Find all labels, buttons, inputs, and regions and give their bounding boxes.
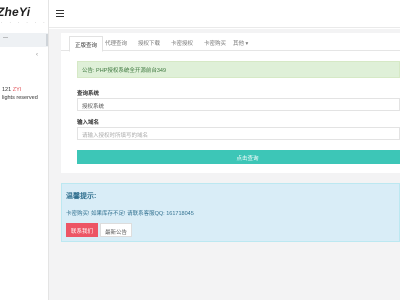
latest-notice-button[interactable]: 最新公告 <box>100 223 132 237</box>
tab-more-dropdown[interactable]: 其他 ▾ <box>233 39 248 47</box>
top-navbar <box>49 0 400 28</box>
contact-us-label: 联系我们 <box>70 229 93 235</box>
system-label: 查询系统 <box>77 91 100 97</box>
sidebar-item-label: — <box>3 35 8 41</box>
tips-panel: 温馨提示: 卡密购买! 如果库存不足! 请联系客服QQ: 161718045 联… <box>61 183 400 242</box>
tab-license-download[interactable]: 授权下载 <box>138 39 160 47</box>
tab-card-license[interactable]: 卡密授权 <box>171 39 193 47</box>
hamburger-icon[interactable] <box>56 10 64 17</box>
copyright-year: 121 <box>2 87 12 93</box>
query-submit-label: 点击查询 <box>236 156 259 162</box>
copyright: 121 ZYI lights reserved <box>2 86 38 102</box>
announcement-text: 公告: PHP授权系统全开源前台349 <box>82 68 167 74</box>
logo-subtitle: · · · · · · <box>1 20 48 25</box>
tab-bar: 正版查询 代理查询 授权下载 卡密授权 卡密购买 其他 ▾ <box>61 33 400 52</box>
system-select[interactable]: 授权系统 <box>77 98 400 111</box>
announcement-alert: 公告: PHP授权系统全开源前台349 <box>77 61 400 78</box>
domain-input-placeholder: 请输入授权时所填写的域名 <box>82 133 149 139</box>
sidebar-item-active[interactable]: — <box>0 33 48 47</box>
tab-agent-query[interactable]: 代理查询 <box>105 39 127 47</box>
tips-title: 温馨提示: <box>66 193 97 200</box>
domain-label: 输入域名 <box>77 120 100 126</box>
query-card: 正版查询 代理查询 授权下载 卡密授权 卡密购买 其他 ▾ 公告: PHP授权系… <box>61 33 400 173</box>
contact-us-button[interactable]: 联系我们 <box>66 223 98 237</box>
chevron-left-icon[interactable]: ‹ <box>36 52 38 58</box>
copyright-rights: lights reserved <box>2 95 38 101</box>
tips-text: 卡密购买! 如果库存不足! 请联系客服QQ: 161718045 <box>66 211 194 217</box>
sidebar-active-indicator <box>46 34 48 46</box>
domain-input[interactable]: 请输入授权时所填写的域名 <box>77 127 400 140</box>
sidebar: ZheYi · · · · · · — ‹ 121 ZYI lights res… <box>0 0 49 300</box>
copyright-version: ZYI <box>12 87 22 93</box>
latest-notice-label: 最新公告 <box>104 230 127 236</box>
query-submit-button[interactable]: 点击查询 <box>77 150 400 164</box>
logo[interactable]: ZheYi <box>0 5 30 19</box>
tab-genuine-query[interactable]: 正版查询 <box>69 36 104 52</box>
tab-card-purchase[interactable]: 卡密购买 <box>204 39 226 47</box>
system-select-value: 授权系统 <box>82 104 105 110</box>
